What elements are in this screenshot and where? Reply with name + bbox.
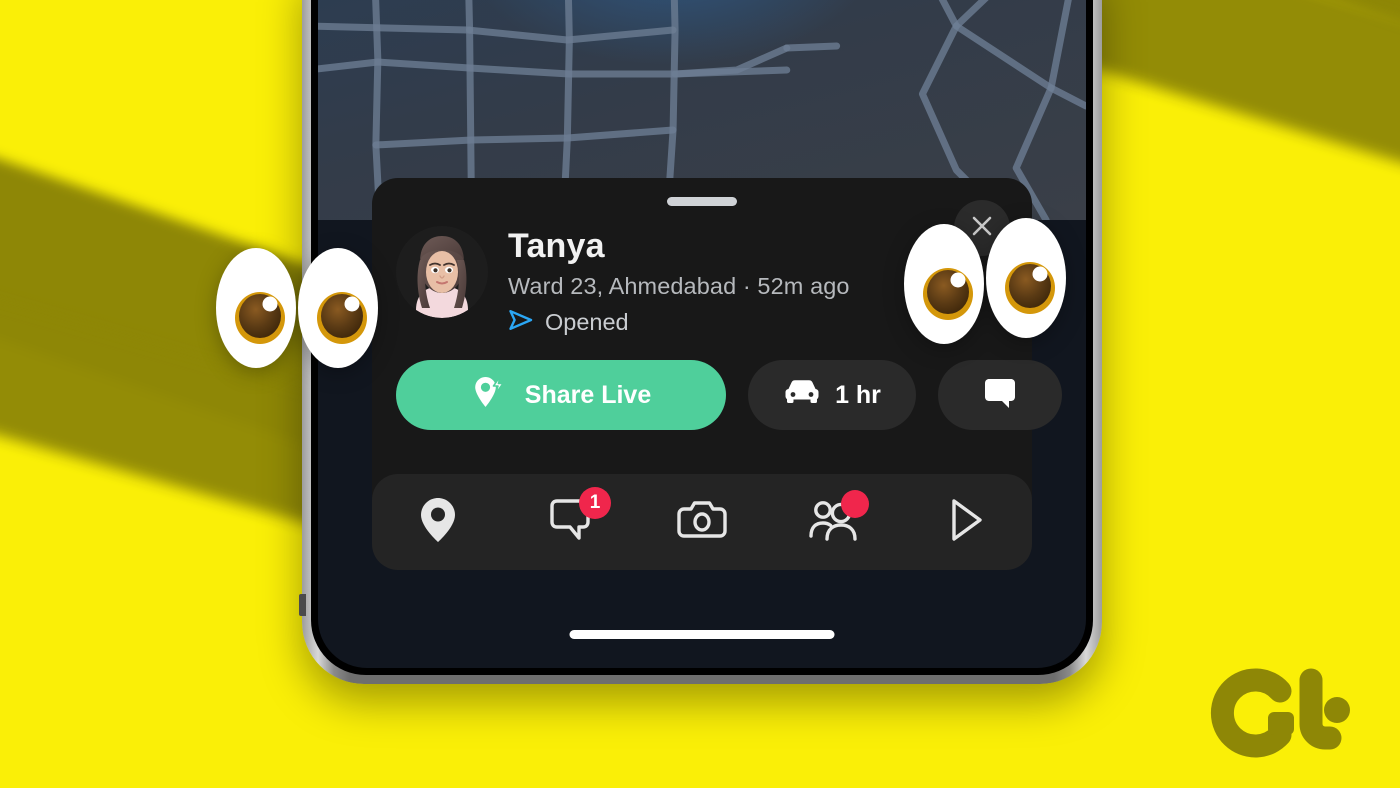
close-button[interactable]	[954, 200, 1010, 256]
nav-item-camera[interactable]	[659, 479, 745, 565]
phone-mockup: Tanya Ward 23, Ahmedabad · 52m ago Opene…	[302, 0, 1102, 684]
action-buttons: Share Live 1 hr	[396, 360, 1062, 430]
close-x-icon	[971, 215, 993, 242]
map-pin-icon	[417, 496, 459, 549]
nav-item-map[interactable]	[395, 479, 481, 565]
chat-bubble-icon	[981, 374, 1019, 417]
chat-badge: 1	[579, 487, 611, 519]
snap-status: Opened	[508, 309, 1008, 337]
car-icon	[783, 377, 821, 414]
home-indicator	[569, 630, 835, 639]
friend-name: Tanya	[508, 227, 605, 265]
drag-handle[interactable]	[667, 197, 737, 206]
friend-detail-sheet: Tanya Ward 23, Ahmedabad · 52m ago Opene…	[372, 178, 1062, 498]
nav-item-chat[interactable]: 1	[527, 479, 613, 565]
identity-block: Tanya Ward 23, Ahmedabad · 52m ago Opene…	[508, 226, 1008, 337]
eta-button[interactable]: 1 hr	[748, 360, 916, 430]
profile-row: Tanya Ward 23, Ahmedabad · 52m ago Opene…	[396, 226, 1008, 337]
phone-side-button	[299, 594, 306, 616]
screenshot-canvas: Tanya Ward 23, Ahmedabad · 52m ago Opene…	[0, 0, 1400, 788]
phone-bezel: Tanya Ward 23, Ahmedabad · 52m ago Opene…	[311, 0, 1093, 675]
nav-item-stories[interactable]	[923, 479, 1009, 565]
share-live-label: Share Live	[524, 380, 652, 409]
send-arrow-icon	[508, 309, 534, 337]
play-triangle-icon	[945, 496, 987, 549]
nav-item-friends[interactable]	[791, 479, 877, 565]
live-location-bolt-icon	[471, 373, 509, 418]
eta-label: 1 hr	[835, 380, 881, 409]
phone-screen: Tanya Ward 23, Ahmedabad · 52m ago Opene…	[318, 0, 1086, 668]
friends-badge	[841, 490, 869, 518]
camera-icon	[677, 499, 727, 546]
location-timestamp: Ward 23, Ahmedabad · 52m ago	[508, 272, 850, 299]
share-live-button[interactable]: Share Live	[396, 360, 726, 430]
snap-status-label: Opened	[545, 309, 629, 336]
avatar[interactable]	[396, 226, 488, 318]
guiding-tech-logo	[1204, 666, 1354, 758]
bottom-nav-bar: 1	[372, 474, 1032, 570]
chat-button[interactable]	[938, 360, 1062, 430]
